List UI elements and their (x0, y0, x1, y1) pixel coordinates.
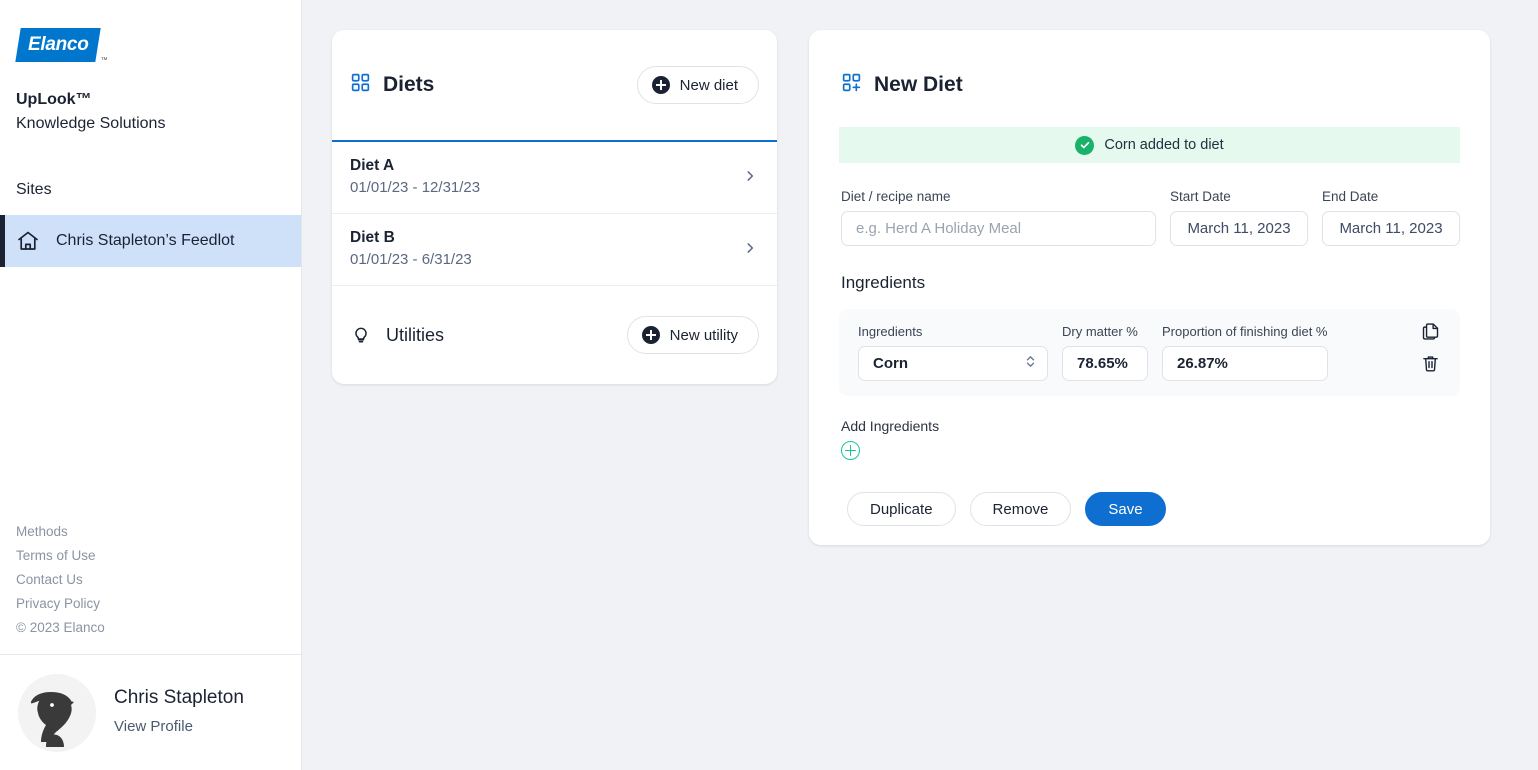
product-title: UpLook™ (16, 91, 92, 108)
profile-block: Chris Stapleton View Profile (0, 654, 301, 770)
sidebar-item-label: Chris Stapleton’s Feedlot (56, 231, 235, 249)
utilities-section: Utilities New utility (332, 286, 777, 384)
lightbulb-icon (350, 322, 372, 349)
end-date-label: End Date (1322, 189, 1379, 204)
ingredient-select-value: Corn (873, 355, 908, 372)
chevron-updown-icon (1024, 353, 1037, 374)
start-date-input[interactable]: March 11, 2023 (1170, 211, 1308, 246)
diets-panel-header: Diets New diet (332, 30, 777, 142)
profile-text: Chris Stapleton View Profile (114, 684, 244, 741)
dry-matter-group: Dry matter % 78.65% (1062, 324, 1148, 381)
trash-icon[interactable] (1420, 353, 1442, 375)
diet-b-text: Diet B 01/01/23 - 6/31/23 (350, 227, 472, 272)
brand-block: UpLook™ Knowledge Solutions (0, 62, 301, 137)
start-date-label: Start Date (1170, 189, 1231, 204)
ingredient-select[interactable]: Corn (858, 346, 1048, 381)
plus-circle-outline-icon[interactable] (841, 441, 860, 460)
duplicate-button[interactable]: Duplicate (847, 492, 956, 526)
chevron-right-icon (743, 240, 757, 260)
dry-matter-input[interactable]: 78.65% (1062, 346, 1148, 381)
copy-icon[interactable] (1420, 321, 1442, 343)
footer-link-privacy[interactable]: Privacy Policy (16, 592, 301, 616)
sidebar: Elanco ™ UpLook™ Knowledge Solutions Sit… (0, 0, 302, 770)
remove-button[interactable]: Remove (969, 492, 1072, 526)
new-diet-title: New Diet (874, 73, 963, 96)
diet-list-item-b[interactable]: Diet B 01/01/23 - 6/31/23 (332, 214, 777, 286)
diet-form-row: Diet / recipe name e.g. Herd A Holiday M… (809, 163, 1490, 246)
proportion-input[interactable]: 26.87% (1162, 346, 1328, 381)
save-button[interactable]: Save (1085, 492, 1166, 526)
diets-panel-title: Diets (383, 73, 435, 96)
footer-link-terms[interactable]: Terms of Use (16, 544, 301, 568)
status-banner-text: Corn added to diet (1104, 137, 1224, 153)
avatar (18, 673, 96, 752)
new-diet-panel: New Diet Corn added to diet Diet / recip… (809, 30, 1490, 545)
diet-name-field-group: Diet / recipe name e.g. Herd A Holiday M… (841, 189, 1156, 246)
home-icon (16, 229, 40, 253)
sidebar-item-feedlot[interactable]: Chris Stapleton’s Feedlot (0, 214, 301, 267)
ingredient-select-label: Ingredients (858, 324, 923, 339)
grid-squares-icon (350, 72, 371, 98)
diet-dates: 01/01/23 - 6/31/23 (350, 251, 472, 269)
new-diet-actions: Duplicate Remove Save (809, 460, 1490, 526)
status-banner: Corn added to diet (839, 127, 1460, 163)
elanco-logo: Elanco ™ (15, 28, 108, 64)
elanco-logo-text: Elanco (27, 34, 89, 55)
new-utility-button-label: New utility (669, 326, 738, 344)
diets-panel: Diets New diet Diet A 01/01/23 - 12/31/2… (332, 30, 777, 384)
plus-circle-icon (641, 326, 660, 344)
plus-glyph (845, 445, 856, 456)
product-subtitle: Knowledge Solutions (16, 115, 166, 132)
main-content: Diets New diet Diet A 01/01/23 - 12/31/2… (302, 0, 1538, 770)
plus-circle-icon (651, 76, 670, 94)
app-root: Elanco ™ UpLook™ Knowledge Solutions Sit… (0, 0, 1538, 770)
view-profile-link[interactable]: View Profile (114, 713, 244, 742)
proportion-label: Proportion of finishing diet % (1162, 324, 1328, 339)
ingredient-row: Ingredients Corn Dry matter % 78.65% Pro… (839, 309, 1460, 396)
trademark-icon: ™ (100, 57, 108, 64)
footer-link-methods[interactable]: Methods (16, 520, 301, 544)
ingredients-section-label: Ingredients (841, 273, 926, 292)
profile-name: Chris Stapleton (114, 687, 244, 708)
utilities-title-row: Utilities (350, 322, 444, 349)
add-ingredients-label: Add Ingredients (841, 418, 940, 434)
check-circle-icon (1075, 135, 1095, 155)
end-date-input[interactable]: March 11, 2023 (1322, 211, 1460, 246)
copyright-text: © 2023 Elanco (16, 620, 105, 635)
proportion-group: Proportion of finishing diet % 26.87% (1162, 324, 1328, 381)
diets-title-row: Diets (350, 72, 434, 98)
new-utility-button[interactable]: New utility (626, 316, 759, 354)
chevron-right-icon (743, 168, 757, 188)
diet-a-text: Diet A 01/01/23 - 12/31/23 (350, 155, 480, 200)
dry-matter-label: Dry matter % (1062, 324, 1138, 339)
ingredient-select-group: Ingredients Corn (858, 324, 1048, 381)
logo-container: Elanco ™ (0, 0, 301, 64)
footer-link-contact[interactable]: Contact Us (16, 568, 301, 592)
new-diet-button[interactable]: New diet (636, 66, 759, 104)
diet-name-input[interactable]: e.g. Herd A Holiday Meal (841, 211, 1156, 246)
ingredient-row-actions (1420, 321, 1442, 375)
grid-plus-icon (841, 72, 862, 98)
start-date-field-group: Start Date March 11, 2023 (1170, 189, 1308, 246)
new-diet-button-label: New diet (679, 76, 738, 94)
diet-list-item-a[interactable]: Diet A 01/01/23 - 12/31/23 (332, 142, 777, 214)
sidebar-nav: Chris Stapleton’s Feedlot (0, 214, 301, 267)
sites-section-label: Sites (16, 180, 52, 198)
avatar-image (18, 673, 96, 752)
diet-name: Diet A (350, 157, 395, 175)
new-diet-header: New Diet (809, 30, 1490, 98)
utilities-label: Utilities (386, 324, 445, 345)
diet-dates: 01/01/23 - 12/31/23 (350, 179, 481, 197)
diet-name: Diet B (350, 229, 395, 247)
sidebar-footer-links: Methods Terms of Use Contact Us Privacy … (0, 520, 301, 654)
end-date-field-group: End Date March 11, 2023 (1322, 189, 1460, 246)
diet-name-label: Diet / recipe name (841, 189, 951, 204)
